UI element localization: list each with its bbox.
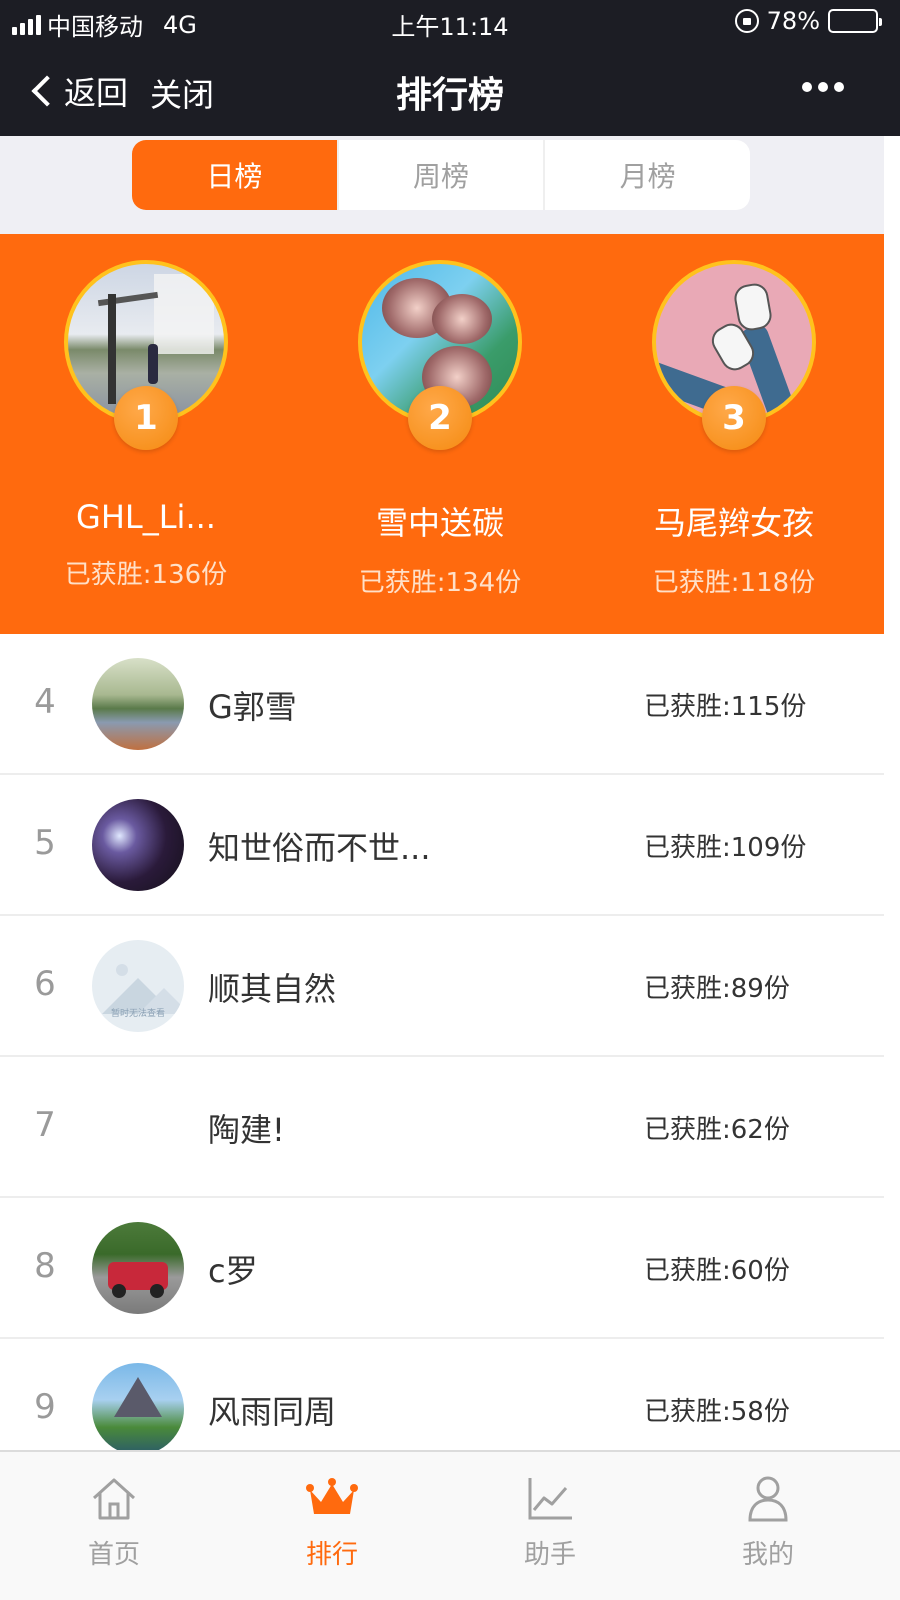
rank-number: 8 [34, 1246, 56, 1286]
avatar [92, 1222, 184, 1314]
back-label: 返回 [64, 74, 129, 112]
user-name: 顺其自然 [208, 970, 337, 1008]
tab-label: 排行 [305, 1540, 358, 1570]
list-item[interactable]: 7 陶建! 已获胜:62份 [0, 1057, 884, 1198]
rank-number: 6 [34, 964, 56, 1004]
avatar-placeholder-text: 暂时无法查看 [110, 1009, 165, 1019]
podium-score: 已获胜:134份 [358, 568, 522, 598]
tab-label: 助手 [523, 1540, 576, 1570]
tab-ranking[interactable]: 排行 [262, 1472, 402, 1571]
avatar [92, 658, 184, 750]
back-button[interactable]: 返回 [28, 68, 128, 114]
avatar [92, 1363, 184, 1455]
podium-score: 已获胜:136份 [64, 560, 228, 590]
rank-number: 4 [34, 682, 56, 722]
user-name: G郭雪 [208, 688, 297, 726]
win-count: 已获胜:115份 [644, 692, 807, 722]
avatar [92, 1081, 184, 1173]
chart-icon [524, 1472, 576, 1524]
tab-weekly[interactable]: 周榜 [339, 140, 546, 210]
user-name: 陶建! [208, 1111, 285, 1149]
crown-icon [306, 1472, 358, 1524]
podium-second[interactable]: 2 雪中送碳 已获胜:134份 [320, 260, 560, 599]
battery-icon [828, 9, 882, 33]
rank-number: 9 [34, 1387, 56, 1427]
rotation-lock-icon [734, 9, 759, 33]
person-icon [742, 1472, 794, 1524]
podium-score: 已获胜:118份 [652, 568, 816, 598]
status-right: 78% [734, 7, 882, 35]
podium-name: 马尾辫女孩 [653, 504, 814, 542]
home-icon [88, 1472, 140, 1524]
more-menu-icon[interactable] [802, 82, 844, 92]
tab-mine[interactable]: 我的 [698, 1472, 838, 1571]
win-count: 已获胜:109份 [644, 833, 807, 863]
tab-monthly[interactable]: 月榜 [545, 140, 750, 210]
page-title: 排行榜 [395, 75, 504, 116]
rank-badge: 3 [702, 386, 766, 450]
user-name: 风雨同周 [208, 1393, 337, 1431]
battery-percent: 78% [766, 7, 820, 35]
win-count: 已获胜:58份 [644, 1397, 790, 1427]
win-count: 已获胜:60份 [644, 1256, 790, 1286]
user-name: c罗 [208, 1252, 258, 1290]
list-item[interactable]: 6 暂时无法查看 顺其自然 已获胜:89份 [0, 916, 884, 1057]
ranking-list: 4 G郭雪 已获胜:115份 5 知世俗而不世... 已获胜:109份 6 暂时… [0, 634, 884, 1480]
avatar-placeholder: 暂时无法查看 [92, 940, 184, 1032]
win-count: 已获胜:89份 [644, 974, 790, 1004]
list-item[interactable]: 8 c罗 已获胜:60份 [0, 1198, 884, 1339]
tab-label: 我的 [741, 1540, 794, 1570]
avatar [92, 799, 184, 891]
rank-number: 5 [34, 823, 56, 863]
rank-badge: 1 [114, 386, 178, 450]
rank-badge: 2 [408, 386, 472, 450]
tab-assistant[interactable]: 助手 [480, 1472, 620, 1571]
tab-strip: 日榜 周榜 月榜 [0, 136, 884, 234]
podium-name: GHL_Li... [76, 498, 216, 536]
close-button[interactable]: 关闭 [150, 70, 214, 116]
chevron-left-icon [31, 75, 63, 107]
user-name: 知世俗而不世... [208, 829, 431, 867]
bottom-tab-bar: 首页 排行 助手 我的 [0, 1450, 900, 1600]
podium-third[interactable]: 3 马尾辫女孩 已获胜:118份 [614, 260, 854, 599]
podium-name: 雪中送碳 [375, 504, 504, 542]
period-tabs: 日榜 周榜 月榜 [132, 140, 750, 210]
status-bar: 中国移动 4G 上午11:14 78% [0, 0, 900, 44]
list-item[interactable]: 4 G郭雪 已获胜:115份 [0, 634, 884, 775]
podium-first[interactable]: 1 GHL_Li... 已获胜:136份 [26, 260, 266, 591]
tab-label: 首页 [87, 1540, 140, 1570]
list-item[interactable]: 5 知世俗而不世... 已获胜:109份 [0, 775, 884, 916]
rank-number: 7 [34, 1105, 56, 1145]
nav-bar: 返回 关闭 排行榜 [0, 44, 900, 136]
tab-home[interactable]: 首页 [44, 1472, 184, 1571]
podium: 1 GHL_Li... 已获胜:136份 2 雪中送碳 已获胜:134份 3 马… [0, 234, 884, 634]
tab-daily[interactable]: 日榜 [132, 140, 339, 210]
win-count: 已获胜:62份 [644, 1115, 790, 1145]
